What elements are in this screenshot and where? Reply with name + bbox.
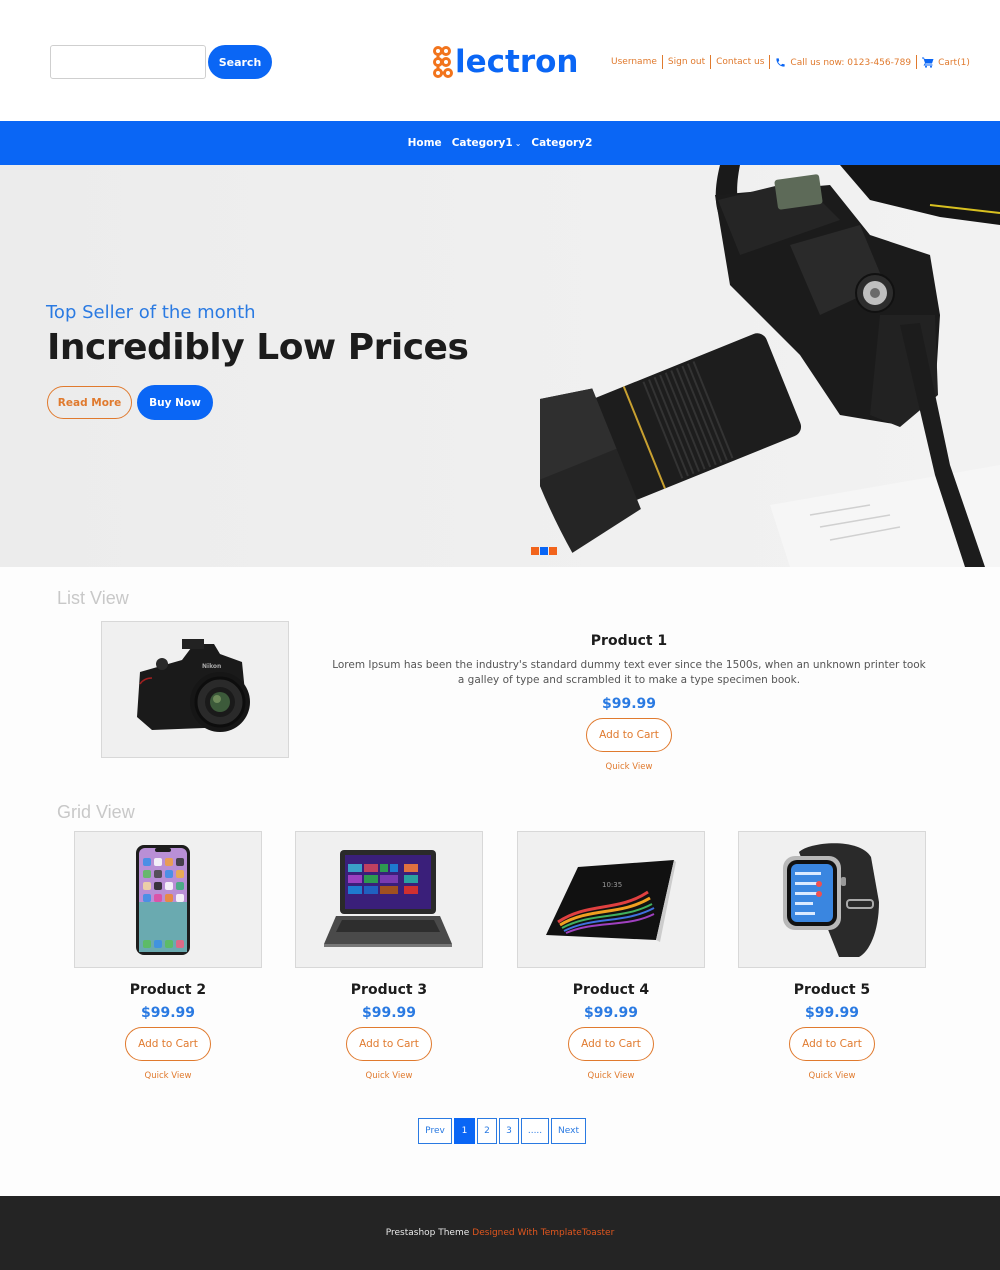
logo-text: lectron (455, 43, 579, 80)
smartwatch-icon (783, 843, 879, 957)
site-footer: Prestashop Theme Designed With TemplateT… (0, 1196, 1000, 1270)
add-to-cart-button[interactable]: Add to Cart (568, 1027, 654, 1061)
product-card: Product 2 $99.99 Add to Cart Quick View (74, 831, 262, 1081)
footer-credit-link[interactable]: Designed With TemplateToaster (472, 1228, 614, 1238)
nav-label: Category2 (531, 137, 593, 149)
hero-subtitle: Top Seller of the month (46, 302, 256, 323)
quick-view-link[interactable]: Quick View (295, 1071, 483, 1081)
add-to-cart-button[interactable]: Add to Cart (125, 1027, 211, 1061)
list-view-heading: List View (57, 588, 129, 608)
product-1-image[interactable]: Nikon (101, 621, 289, 758)
call-us-link[interactable]: Call us now: 0123-456-789 (770, 57, 916, 68)
phone-icon (775, 57, 786, 68)
site-logo[interactable]: lectron (432, 40, 579, 84)
next-page-button[interactable]: Next (551, 1118, 586, 1144)
hero-camera-image (540, 165, 1000, 567)
product-price: $99.99 (804, 1005, 860, 1021)
hero-slider: Top Seller of the month Incredibly Low P… (0, 165, 1000, 567)
product-4-image[interactable]: 10:35 (517, 831, 705, 968)
hero-title: Incredibly Low Prices (47, 327, 469, 368)
product-name[interactable]: Product 2 (74, 982, 262, 998)
product-description: Lorem Ipsum has been the industry's stan… (332, 659, 926, 686)
search-button[interactable]: Search (208, 45, 272, 79)
main-nav: Home Category1 ⌄ Category2 (0, 121, 1000, 165)
page-1-button[interactable]: 1 (454, 1118, 475, 1144)
slide-dot-1[interactable] (531, 547, 539, 555)
quick-view-link[interactable]: Quick View (738, 1071, 926, 1081)
add-to-cart-button[interactable]: Add to Cart (789, 1027, 875, 1061)
page-3-button[interactable]: 3 (499, 1118, 519, 1144)
prev-page-button[interactable]: Prev (418, 1118, 452, 1144)
search-input[interactable] (50, 45, 206, 79)
sign-out-link[interactable]: Sign out (663, 57, 710, 67)
nav-item-home[interactable]: Home (403, 137, 447, 149)
buy-now-button[interactable]: Buy Now (137, 385, 213, 420)
nav-item-category1[interactable]: Category1 ⌄ (447, 137, 527, 149)
nikon-camera-icon: Nikon (137, 639, 250, 732)
product-name[interactable]: Product 1 (330, 633, 928, 649)
grid-view-heading: Grid View (57, 802, 135, 822)
page-2-button[interactable]: 2 (477, 1118, 497, 1144)
svg-text:Nikon: Nikon (202, 663, 221, 670)
product-card: 10:35 Product 4 $99.99 Add to Cart Quick… (517, 831, 705, 1081)
read-more-button[interactable]: Read More (47, 386, 132, 419)
pagination: Prev 1 2 3 ..... Next (418, 1118, 586, 1144)
laptop-icon (324, 850, 452, 947)
product-card: Product 5 $99.99 Add to Cart Quick View (738, 831, 926, 1081)
product-name[interactable]: Product 5 (738, 982, 926, 998)
tablet-icon: 10:35 (546, 860, 676, 942)
page-ellipsis-button[interactable]: ..... (521, 1118, 549, 1144)
logo-circuit-e-icon (432, 46, 454, 78)
product-info: Product 5 $99.99 Add to Cart Quick View (738, 982, 926, 1081)
product-info: Product 3 $99.99 Add to Cart Quick View (295, 982, 483, 1081)
cart-link[interactable]: Cart(1) (917, 57, 975, 68)
call-us-text: Call us now: 0123-456-789 (790, 57, 912, 68)
product-info: Product 4 $99.99 Add to Cart Quick View (517, 982, 705, 1081)
nav-label: Home (407, 137, 442, 149)
top-links: Username Sign out Contact us Call us now… (606, 53, 975, 71)
product-info: Product 2 $99.99 Add to Cart Quick View (74, 982, 262, 1081)
contact-us-link[interactable]: Contact us (711, 57, 769, 67)
svg-text:10:35: 10:35 (602, 881, 622, 889)
username-link[interactable]: Username (606, 57, 662, 67)
add-to-cart-button[interactable]: Add to Cart (346, 1027, 432, 1061)
product-price: $99.99 (583, 1005, 639, 1021)
footer-text: Prestashop Theme (385, 1228, 470, 1238)
quick-view-link[interactable]: Quick View (74, 1071, 262, 1081)
quick-view-link[interactable]: Quick View (517, 1071, 705, 1081)
nav-item-category2[interactable]: Category2 (526, 137, 597, 149)
product-2-image[interactable] (74, 831, 262, 968)
nav-label: Category1 (451, 137, 513, 149)
product-5-image[interactable] (738, 831, 926, 968)
product-card: Product 3 $99.99 Add to Cart Quick View (295, 831, 483, 1081)
site-header: Search lectron Username Sign out Contact… (0, 0, 1000, 121)
product-price: $99.99 (361, 1005, 417, 1021)
cart-icon (922, 57, 934, 68)
slide-dot-3[interactable] (549, 547, 557, 555)
product-1-info: Product 1 Lorem Ipsum has been the indus… (330, 633, 928, 772)
slider-dots (531, 547, 557, 555)
chevron-down-icon: ⌄ (514, 138, 522, 148)
product-price: $99.99 (601, 696, 657, 712)
smartphone-icon (136, 845, 190, 955)
slide-dot-2[interactable] (540, 547, 548, 555)
cart-text: Cart(1) (938, 57, 970, 68)
product-name[interactable]: Product 4 (517, 982, 705, 998)
product-3-image[interactable] (295, 831, 483, 968)
product-price: $99.99 (140, 1005, 196, 1021)
product-name[interactable]: Product 3 (295, 982, 483, 998)
product-content: List View Nikon Product 1 Lorem Ipsum ha… (0, 567, 1000, 1196)
add-to-cart-button[interactable]: Add to Cart (586, 718, 672, 752)
quick-view-link[interactable]: Quick View (330, 762, 928, 772)
